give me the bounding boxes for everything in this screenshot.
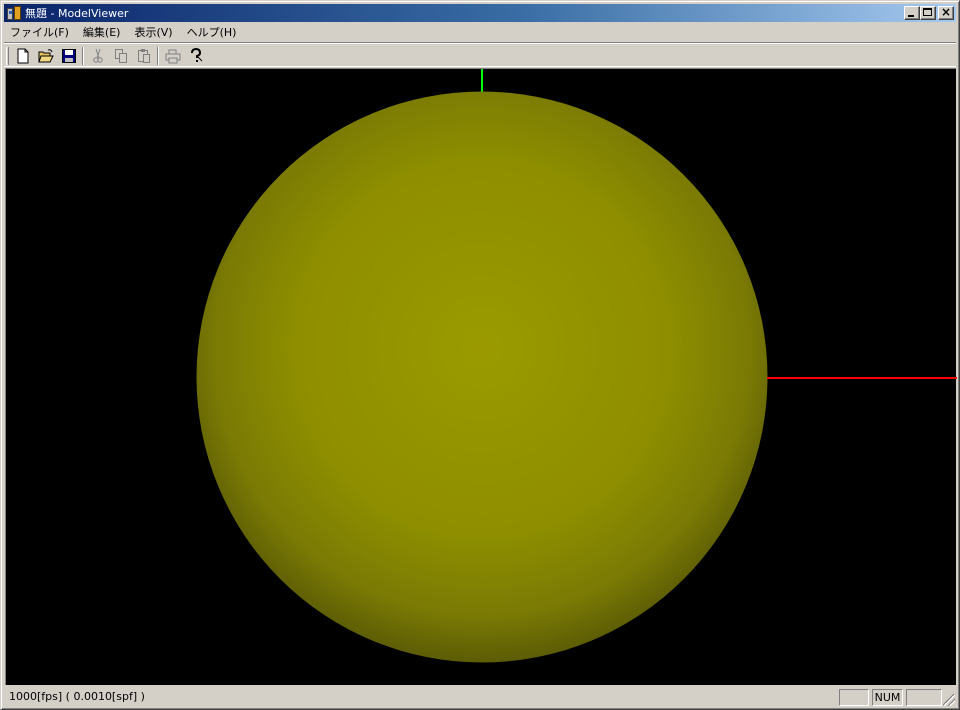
toolbar (4, 42, 956, 67)
help-button[interactable] (184, 45, 207, 67)
menu-help[interactable]: ヘルプ(H) (180, 24, 244, 41)
maximize-icon (923, 8, 932, 16)
status-bar: 1000[fps] ( 0.0010[spf] ) NUM (4, 687, 956, 707)
status-text: 1000[fps] ( 0.0010[spf] ) (9, 690, 145, 703)
minimize-icon (908, 15, 914, 17)
menu-bar: ファイル(F) 編集(E) 表示(V) ヘルプ(H) (4, 23, 956, 41)
copy-icon (114, 49, 127, 63)
resize-grip[interactable] (943, 694, 955, 706)
cut-button[interactable] (86, 45, 109, 67)
cut-scissors-icon (92, 48, 103, 63)
save-button[interactable] (57, 45, 80, 67)
close-button[interactable]: × (938, 5, 954, 20)
open-button[interactable] (34, 45, 57, 67)
app-icon[interactable] (6, 5, 22, 21)
toolbar-separator (82, 47, 84, 65)
new-button[interactable] (11, 45, 34, 67)
paste-button[interactable] (132, 45, 155, 67)
status-num-indicator: NUM (872, 688, 903, 706)
toolbar-grip[interactable] (6, 47, 9, 65)
3d-viewport[interactable] (5, 68, 957, 685)
scene-canvas (196, 69, 957, 663)
menu-view[interactable]: 表示(V) (127, 24, 179, 41)
window-title: 無題 - ModelViewer (25, 7, 129, 20)
title-bar[interactable]: 無題 - ModelViewer × (4, 4, 956, 22)
minimize-button[interactable] (904, 6, 920, 20)
status-caps-indicator (839, 688, 869, 706)
toolbar-separator (157, 47, 159, 65)
paste-icon (137, 49, 150, 63)
open-folder-icon (37, 49, 54, 63)
maximize-button[interactable] (920, 6, 936, 20)
copy-button[interactable] (109, 45, 132, 67)
new-file-icon (17, 48, 28, 64)
sphere-model (196, 91, 768, 663)
status-scroll-indicator (906, 688, 942, 706)
help-icon (190, 48, 202, 62)
print-icon (165, 49, 180, 64)
save-disk-icon (61, 49, 76, 63)
menu-edit[interactable]: 編集(E) (76, 24, 128, 41)
app-window: 無題 - ModelViewer × ファイル(F) 編集(E) 表示(V) ヘ… (0, 0, 960, 710)
window-controls: × (904, 5, 954, 20)
menu-file[interactable]: ファイル(F) (4, 24, 76, 41)
print-button[interactable] (161, 45, 184, 67)
close-icon: × (940, 5, 952, 19)
